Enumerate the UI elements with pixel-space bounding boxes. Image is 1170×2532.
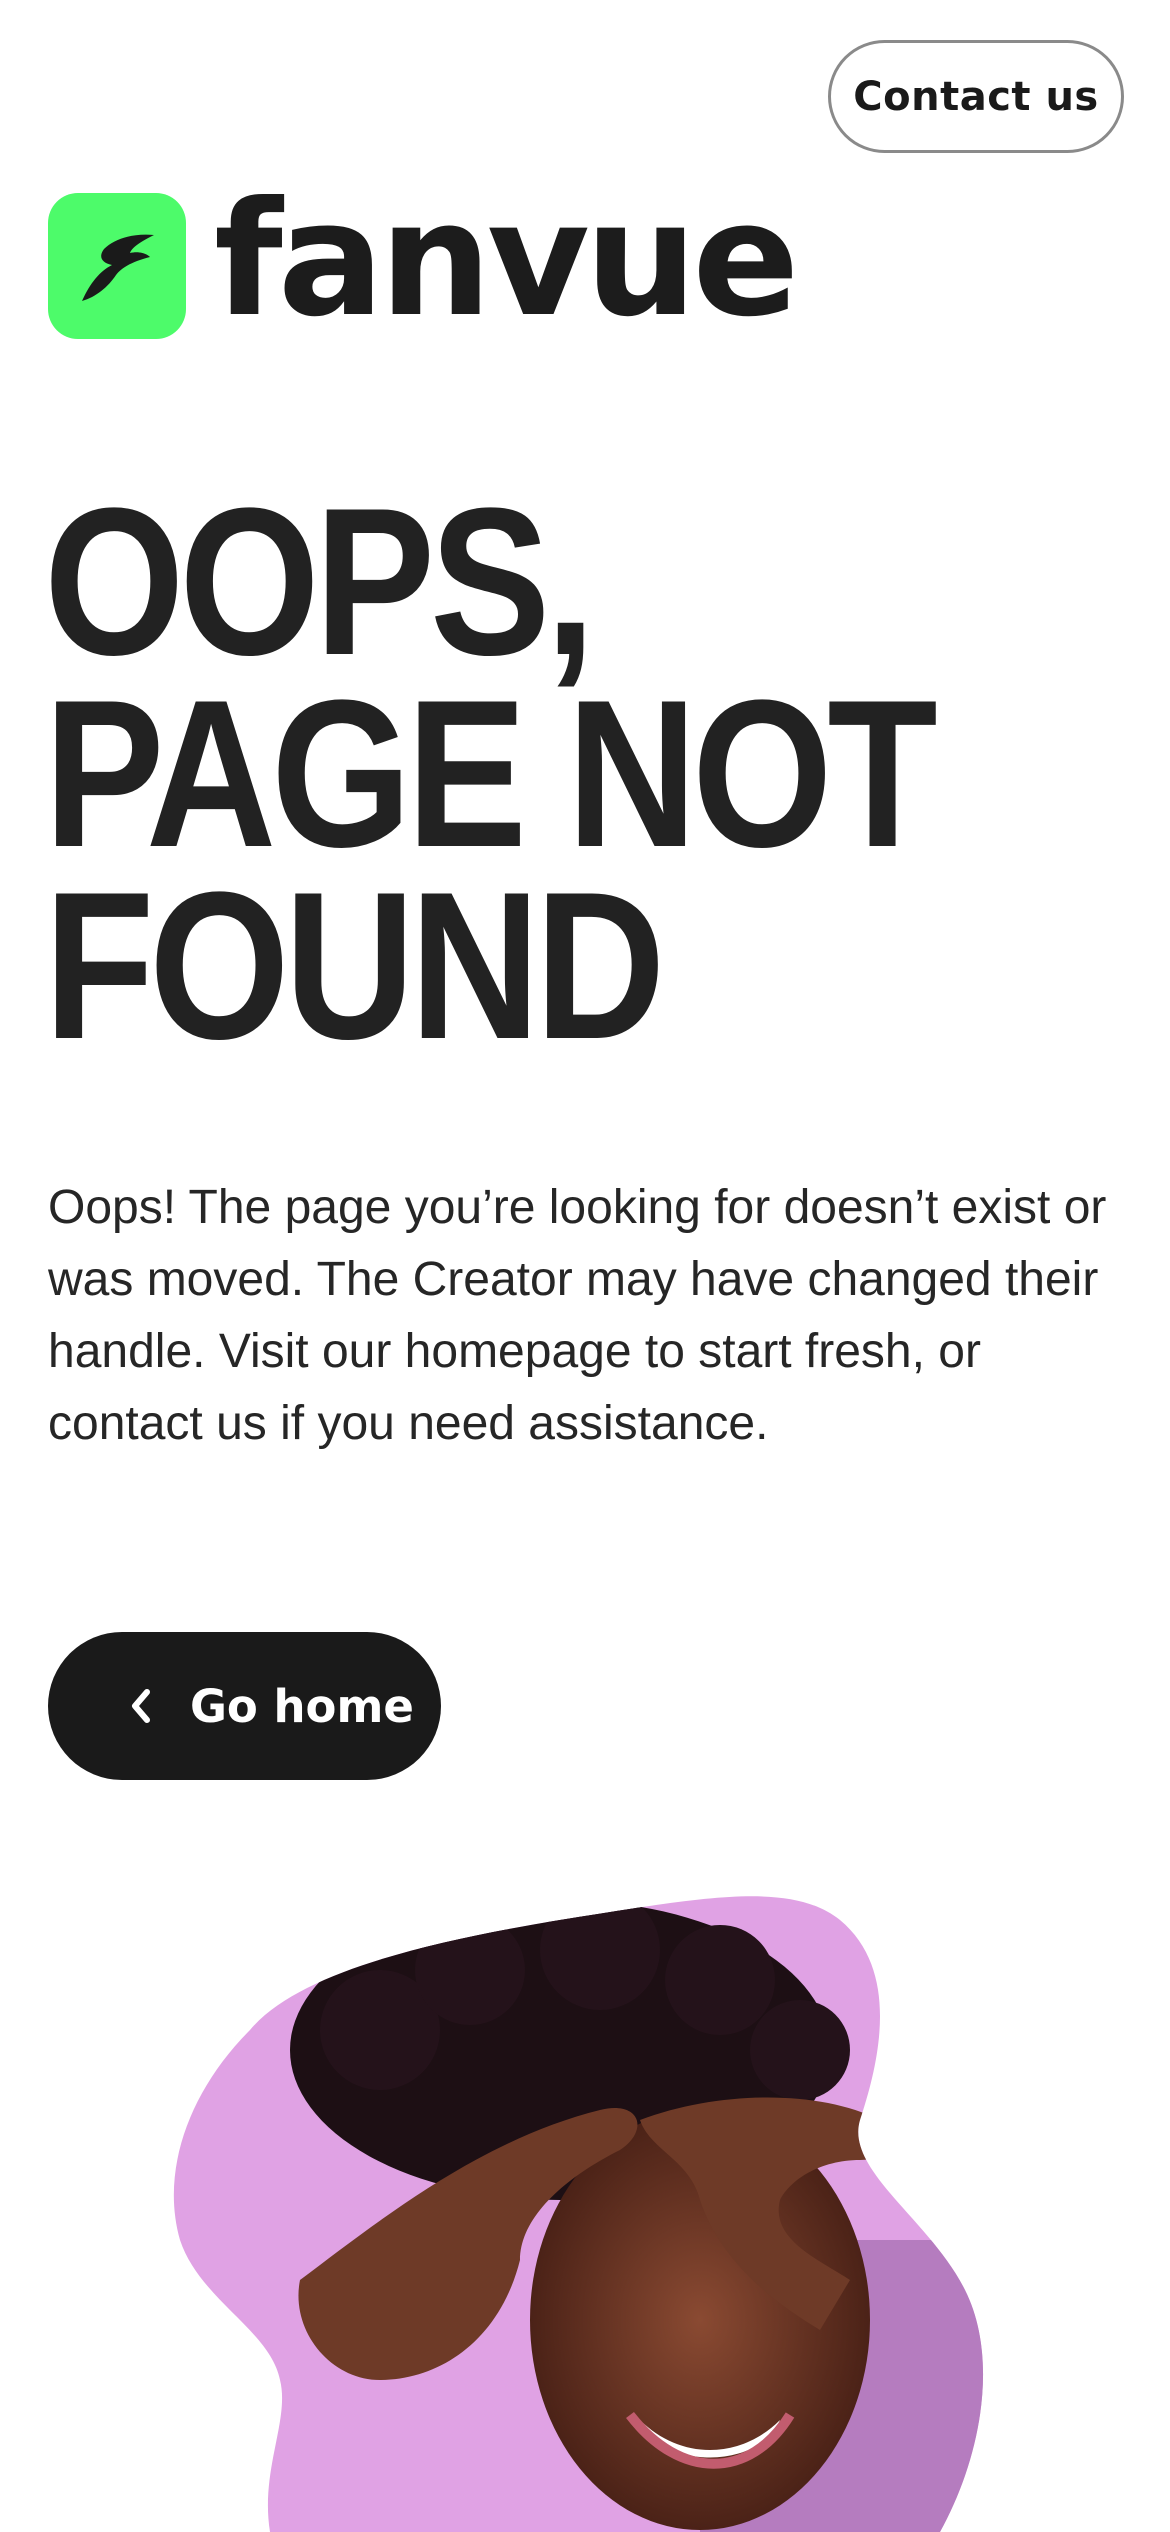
contact-us-button[interactable]: Contact us [828, 40, 1124, 153]
contact-us-label: Contact us [853, 73, 1099, 120]
brand-logo[interactable]: fanvue [48, 181, 799, 339]
chevron-left-icon [116, 1681, 166, 1731]
page-title-line: OOPS, [44, 464, 595, 699]
go-home-button[interactable]: Go home [48, 1632, 441, 1780]
not-found-page: Contact us fanvue OOPS, PAGE NOT FOUND O… [0, 0, 1170, 2532]
hero-image [0, 1860, 1170, 2532]
go-home-label: Go home [190, 1679, 414, 1733]
brand-wordmark: fanvue [214, 168, 799, 352]
error-description: Oops! The page you’re looking for doesn’… [48, 1181, 1107, 1450]
page-title: OOPS, PAGE NOT FOUND [44, 464, 1104, 1083]
fanvue-logo-icon [48, 193, 186, 339]
page-title-line: FOUND [44, 848, 665, 1083]
page-title-line: PAGE NOT [44, 656, 938, 891]
